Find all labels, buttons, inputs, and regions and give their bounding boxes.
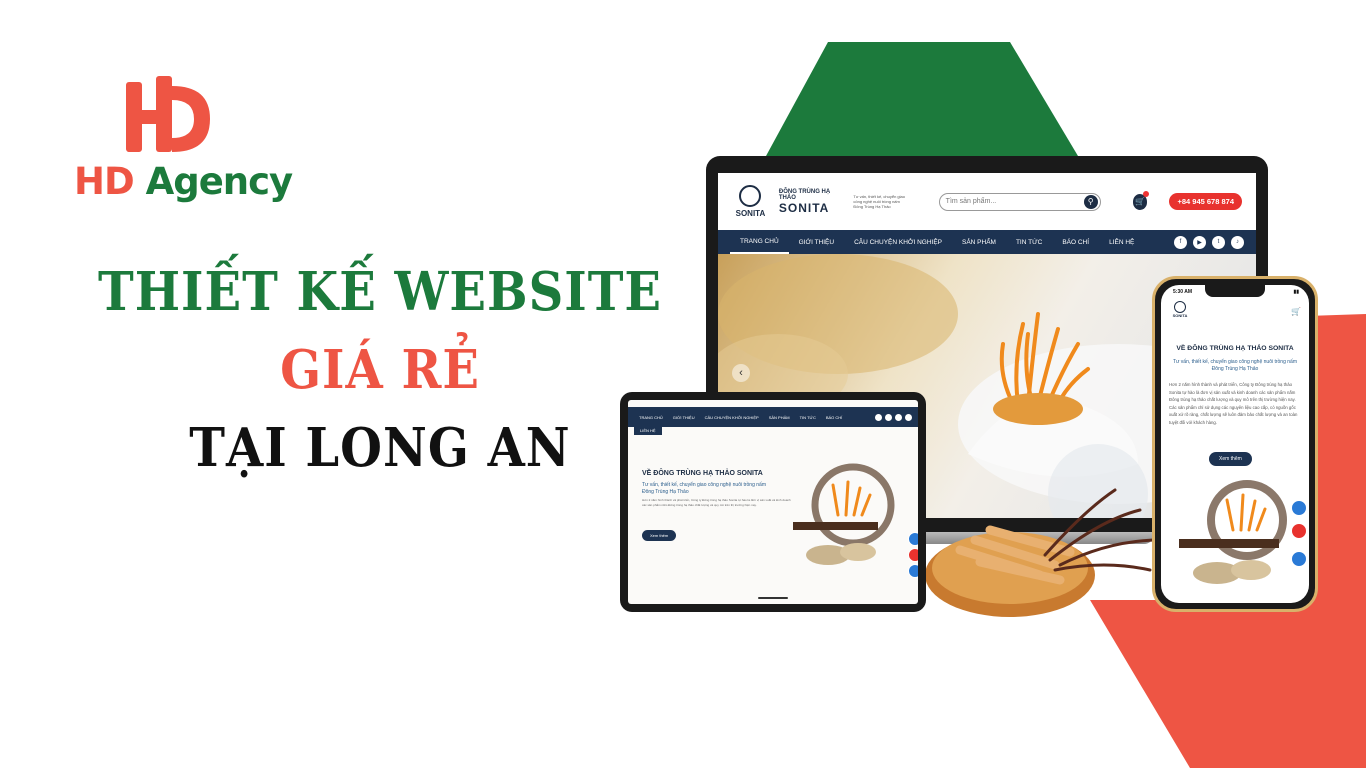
tablet-status-bar xyxy=(628,400,918,407)
site-logo-icon xyxy=(739,185,762,207)
messenger-icon[interactable] xyxy=(1291,551,1307,567)
search-input[interactable]: Tìm sản phẩm... ⚲ xyxy=(938,192,1101,211)
phone-notch xyxy=(1205,285,1265,297)
social-links: f ▶ t ♪ xyxy=(1174,235,1256,249)
tablet-nav-item-products[interactable]: SẢN PHẨM xyxy=(764,415,795,420)
twitter-icon[interactable]: t xyxy=(1212,235,1225,249)
phone-site-logo-icon xyxy=(1174,301,1186,313)
headline-line-1: THIẾT KẾ WEBSITE xyxy=(97,260,663,324)
brand-line-1: ĐÔNG TRÙNG HẠ THẢO xyxy=(778,188,831,201)
main-nav: TRANG CHỦ GIỚI THIỆU CÂU CHUYỆN KHỞI NGH… xyxy=(718,230,1256,254)
youtube-icon[interactable]: ▶ xyxy=(1193,235,1206,249)
phone-battery-icon: ▮▮ xyxy=(1293,289,1299,295)
nav-item-about[interactable]: GIỚI THIỆU xyxy=(789,230,844,254)
green-trapezoid-shape xyxy=(766,42,1078,156)
zalo-chat-icon[interactable] xyxy=(908,532,918,546)
hd-agency-logo: HD Agency xyxy=(74,76,293,206)
logo-wordmark: HD Agency xyxy=(74,160,294,203)
cordyceps-plate-image xyxy=(925,488,1162,617)
nav-item-news[interactable]: TIN TỨC xyxy=(1006,230,1052,254)
brand-line-2: SONITA xyxy=(778,200,830,215)
tablet-nav-item-home[interactable]: TRANG CHỦ xyxy=(634,415,668,420)
nav-item-home[interactable]: TRANG CHỦ xyxy=(730,230,789,254)
tablet-nav-item-news[interactable]: TIN TỨC xyxy=(795,415,821,420)
tablet-section-title: VỀ ĐÔNG TRÙNG HẠ THẢO SONITA xyxy=(642,470,763,477)
nav-item-products[interactable]: SẢN PHẨM xyxy=(952,230,1006,254)
tablet-nav-item-press[interactable]: BÁO CHÍ xyxy=(821,415,847,420)
tablet-product-illustration xyxy=(793,463,895,565)
carousel-prev-button[interactable]: ‹ xyxy=(732,364,750,382)
phone-button[interactable]: +84 945 678 874 xyxy=(1169,193,1242,210)
phone-site-logo-text: SONITA xyxy=(1172,313,1188,318)
hd-logo-mark-icon xyxy=(126,76,210,152)
facebook-icon[interactable]: f xyxy=(1174,235,1187,249)
logo-agency-text: Agency xyxy=(133,160,294,203)
headline-line-2: GIÁ RẺ xyxy=(280,338,480,402)
phone-site-logo[interactable]: SONITA xyxy=(1169,301,1191,327)
nav-item-press[interactable]: BÁO CHÍ xyxy=(1052,230,1099,254)
phone-screen: 5:30 AM ▮▮ SONITA 🛒 VỀ ĐÔNG TRÙNG HẠ THẢ… xyxy=(1161,285,1309,603)
tablet-social-links xyxy=(875,413,918,421)
site-logo[interactable]: SONITA xyxy=(732,179,769,225)
nav-item-story[interactable]: CÂU CHUYỆN KHỞI NGHIỆP xyxy=(844,230,952,254)
headline: THIẾT KẾ WEBSITE GIÁ RẺ TẠI LONG AN xyxy=(60,260,700,480)
tablet-nav-item-contact[interactable]: LIÊN HỆ xyxy=(634,427,662,435)
site-brand: ĐÔNG TRÙNG HẠ THẢO SONITA xyxy=(779,189,844,215)
headline-line-3: TẠI LONG AN xyxy=(189,416,571,480)
twitter-icon[interactable] xyxy=(895,413,902,421)
phone-read-more-button[interactable]: Xem thêm xyxy=(1209,452,1252,466)
facebook-icon[interactable] xyxy=(875,413,882,421)
logo-hd-text: HD xyxy=(74,160,135,203)
tiktok-icon[interactable] xyxy=(905,413,912,421)
phone-cart-icon[interactable]: 🛒 xyxy=(1291,307,1301,316)
call-icon[interactable] xyxy=(908,548,918,562)
phone-section-paragraph: Hơn 2 năm hình thành và phát triển, Công… xyxy=(1169,382,1298,425)
nav-item-contact[interactable]: LIÊN HỆ xyxy=(1099,230,1144,254)
youtube-icon[interactable] xyxy=(885,413,892,421)
site-logo-text: SONITA xyxy=(735,209,766,218)
zalo-chat-icon[interactable] xyxy=(1291,500,1307,516)
search-icon[interactable]: ⚲ xyxy=(1083,194,1098,209)
cart-icon[interactable]: 🛒 xyxy=(1132,190,1150,210)
phone-section-subtitle: Tư vấn, thiết kế, chuyển giao công nghệ … xyxy=(1173,359,1297,372)
call-icon[interactable] xyxy=(1291,523,1307,539)
tiktok-icon[interactable]: ♪ xyxy=(1231,235,1244,249)
search-placeholder: Tìm sản phẩm... xyxy=(945,198,997,205)
site-tagline: Tư vấn, thiết kế, chuyển giao công nghệ … xyxy=(853,193,905,210)
tablet-screen: TRANG CHỦ GIỚI THIỆU CÂU CHUYỆN KHỞI NGH… xyxy=(628,400,918,604)
tablet-nav-item-story[interactable]: CÂU CHUYỆN KHỞI NGHIỆP xyxy=(700,415,764,420)
tablet-section-paragraph: Hơn 2 năm hình thành và phát triển, Công… xyxy=(642,498,791,507)
phone-section-title: VỀ ĐÔNG TRÙNG HẠ THẢO SONITA xyxy=(1176,345,1294,352)
tablet-section-subtitle: Tư vấn, thiết kế, chuyển giao công nghệ … xyxy=(642,482,766,495)
messenger-icon[interactable] xyxy=(908,564,918,578)
phone-product-illustration xyxy=(1179,480,1287,584)
tablet-nav-item-about[interactable]: GIỚI THIỆU xyxy=(668,415,700,420)
phone-mockup: 5:30 AM ▮▮ SONITA 🛒 VỀ ĐÔNG TRÙNG HẠ THẢ… xyxy=(1152,276,1318,612)
site-header: SONITA ĐÔNG TRÙNG HẠ THẢO SONITA Tư vấn,… xyxy=(718,173,1256,230)
tablet-home-indicator xyxy=(758,597,788,599)
tablet-read-more-button[interactable]: Xem thêm xyxy=(642,530,677,541)
phone-time: 5:30 AM xyxy=(1173,289,1192,295)
tablet-nav: TRANG CHỦ GIỚI THIỆU CÂU CHUYỆN KHỞI NGH… xyxy=(628,407,918,427)
tablet-mockup: TRANG CHỦ GIỚI THIỆU CÂU CHUYỆN KHỞI NGH… xyxy=(620,392,926,612)
